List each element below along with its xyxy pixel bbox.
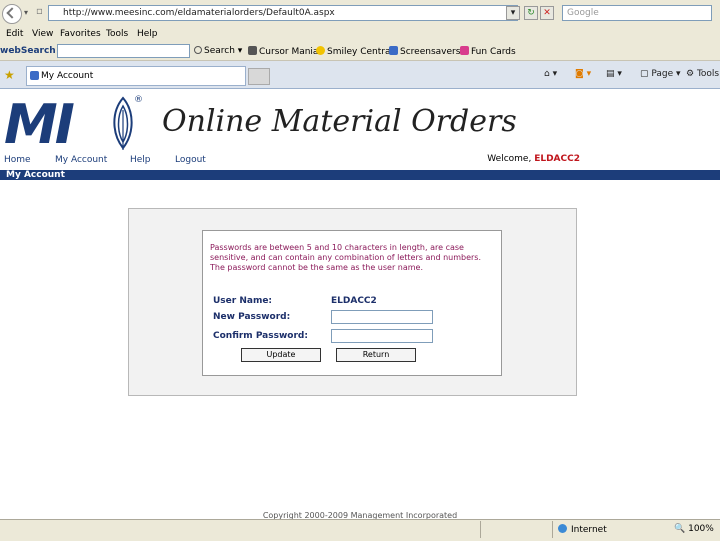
toolbar-fun-cards[interactable]: Fun Cards <box>460 46 516 57</box>
tab-my-account[interactable]: My Account <box>26 66 246 86</box>
smiley-icon <box>316 46 325 55</box>
registered-mark: ® <box>134 95 143 105</box>
url-dropdown-button[interactable]: ▾ <box>506 6 520 20</box>
toolbar-search-button[interactable]: Search ▾ <box>194 46 242 56</box>
url-input[interactable]: http://www.meesinc.com/eldamaterialorder… <box>48 5 518 21</box>
section-title: My Account <box>6 170 65 180</box>
refresh-icon[interactable]: ↻ <box>524 6 538 20</box>
status-separator <box>552 521 553 538</box>
nav-home[interactable]: Home <box>4 155 31 165</box>
zoom-level[interactable]: 🔍 100% <box>674 524 714 534</box>
toolbar-screensavers[interactable]: Screensavers <box>389 46 460 57</box>
new-password-label: New Password: <box>213 312 291 322</box>
update-button[interactable]: Update <box>241 348 321 362</box>
new-password-input[interactable] <box>331 310 433 324</box>
menu-tools[interactable]: Tools <box>106 29 128 39</box>
section-bar <box>0 170 720 180</box>
password-rule-username: The password cannot be the same as the u… <box>210 263 424 272</box>
websearch-brand: webSearch <box>0 46 56 56</box>
status-separator <box>480 521 481 538</box>
magnifier-icon <box>194 46 202 54</box>
security-zone: Internet <box>558 524 607 535</box>
page-menu[interactable]: ▢ Page ▾ <box>640 69 681 79</box>
menu-view[interactable]: View <box>32 29 53 39</box>
password-rules-text: Passwords are between 5 and 10 character… <box>210 243 481 262</box>
status-bar <box>0 519 720 541</box>
print-icon[interactable]: ▤ ▾ <box>606 69 622 79</box>
welcome-username: ELDACC2 <box>534 154 580 164</box>
favorites-star-icon[interactable]: ★ <box>4 68 15 82</box>
confirm-password-input[interactable] <box>331 329 433 343</box>
monitor-icon <box>389 46 398 55</box>
nav-help[interactable]: Help <box>130 155 151 165</box>
cursor-icon <box>248 46 257 55</box>
home-icon[interactable]: ⌂ ▾ <box>544 69 557 79</box>
page-icon: ▫ <box>36 6 43 17</box>
globe-icon <box>558 524 567 533</box>
toolbar-smiley-central[interactable]: Smiley Central <box>316 46 393 57</box>
mi-logo: MI <box>4 93 75 156</box>
confirm-password-label: Confirm Password: <box>213 331 308 341</box>
card-icon <box>460 46 469 55</box>
search-input[interactable]: Google <box>562 5 712 21</box>
tools-menu[interactable]: ⚙ Tools <box>686 69 719 79</box>
new-tab-button[interactable] <box>248 68 270 85</box>
rss-feed-icon[interactable]: ◙ ▾ <box>575 69 591 79</box>
nav-logout[interactable]: Logout <box>175 155 206 165</box>
username-label: User Name: <box>213 296 273 306</box>
nav-my-account[interactable]: My Account <box>55 155 107 165</box>
history-dropdown-icon[interactable]: ▾ <box>24 8 28 17</box>
menu-edit[interactable]: Edit <box>6 29 23 39</box>
menu-favorites[interactable]: Favorites <box>60 29 101 39</box>
stop-icon[interactable]: ✕ <box>540 6 554 20</box>
return-button[interactable]: Return <box>336 348 416 362</box>
zoom-icon: 🔍 <box>674 524 686 534</box>
menu-help[interactable]: Help <box>137 29 158 39</box>
ie-page-icon <box>30 71 39 80</box>
password-rules: Passwords are between 5 and 10 character… <box>210 243 500 273</box>
username-value: ELDACC2 <box>331 296 377 306</box>
toolbar-cursor-mania[interactable]: Cursor Mania <box>248 46 318 57</box>
site-title: Online Material Orders <box>162 104 517 139</box>
toolbar-search-input[interactable] <box>57 44 190 58</box>
welcome-message: Welcome, ELDACC2 <box>487 154 580 164</box>
